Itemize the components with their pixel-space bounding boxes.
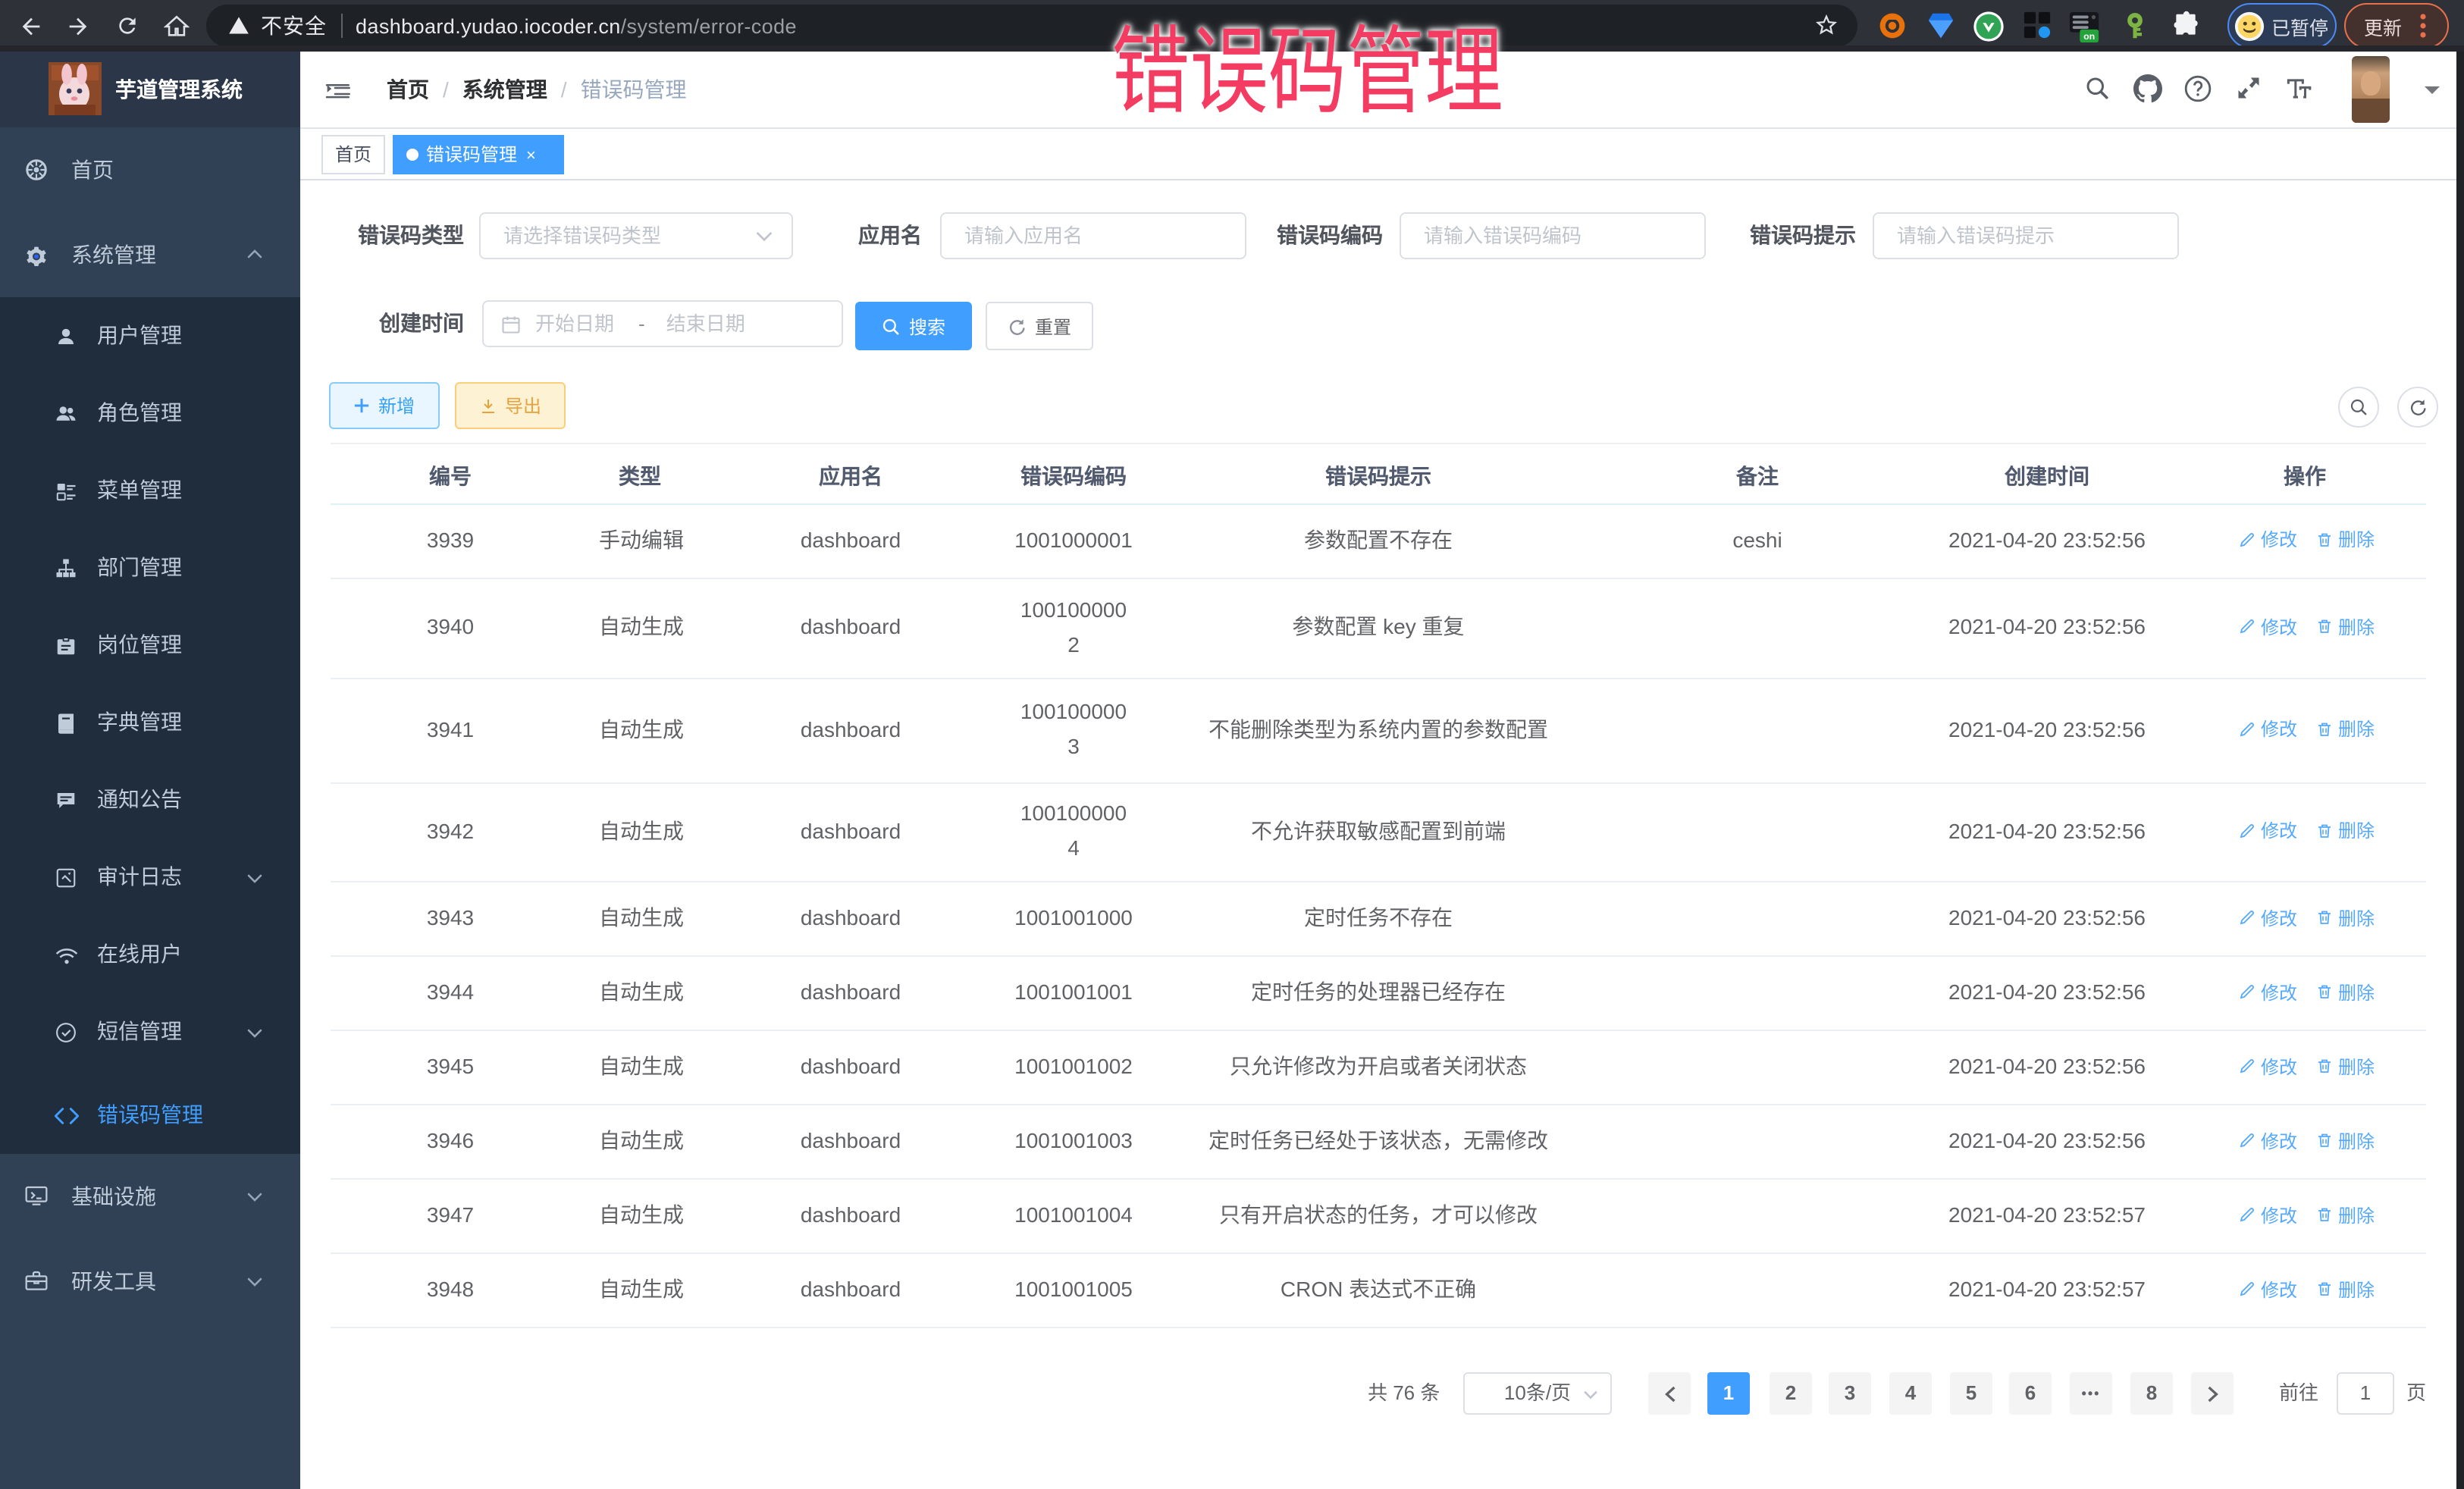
svg-text:on: on	[2083, 31, 2095, 42]
